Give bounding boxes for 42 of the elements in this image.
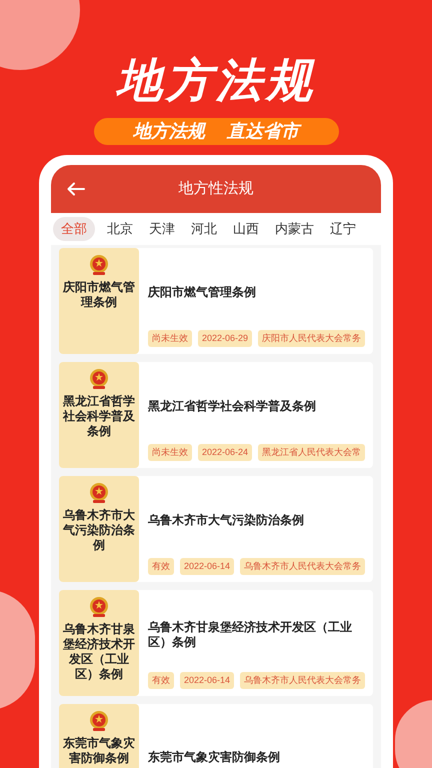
law-card[interactable]: 乌鲁木齐市大气污染防治条例 乌鲁木齐市大气污染防治条例 有效 2022-06-14 乌鲁木齐市人民代表大会常务 (59, 476, 373, 582)
law-title: 庆阳市燃气管理条例 (148, 285, 256, 300)
cover-title: 黑龙江省哲学社会科学普及条例 (63, 394, 135, 439)
law-tag: 2022-06-14 (180, 672, 234, 689)
law-tag: 有效 (148, 672, 174, 689)
cover-title: 东莞市气象灾害防御条例 (63, 736, 135, 766)
law-tag: 乌鲁木齐市人民代表大会常务 (240, 672, 366, 689)
law-tag: 2022-06-29 (198, 330, 252, 347)
region-tab[interactable]: 山西 (229, 217, 263, 241)
header-title: 地方性法规 (178, 178, 254, 199)
region-tab[interactable]: 内蒙古 (271, 217, 318, 241)
back-arrow-icon[interactable] (67, 182, 85, 196)
law-tag: 乌鲁木齐市人民代表大会常务 (240, 558, 366, 575)
cover-title: 乌鲁木齐甘泉堡经济技术开发区（工业区）条例 (63, 622, 135, 682)
law-card[interactable]: 东莞市气象灾害防御条例 东莞市气象灾害防御条例 (59, 704, 373, 768)
law-tag: 有效 (148, 558, 174, 575)
headline: 地方法规 (116, 53, 316, 108)
emblem-icon (88, 368, 110, 390)
region-tab[interactable]: 辽宁 (326, 217, 360, 241)
law-tag: 2022-06-24 (198, 444, 252, 461)
law-title: 乌鲁木齐甘泉堡经济技术开发区（工业区）条例 (148, 620, 353, 650)
region-tab[interactable]: 河北 (187, 217, 221, 241)
slogan-text: 地方法规 (133, 120, 205, 143)
cover-title: 庆阳市燃气管理条例 (63, 280, 135, 310)
region-tab[interactable]: 北京 (103, 217, 137, 241)
law-tag: 尚未生效 (148, 444, 192, 461)
emblem-icon (88, 710, 110, 732)
law-tag: 庆阳市人民代表大会常务 (258, 330, 366, 347)
law-card[interactable]: 乌鲁木齐甘泉堡经济技术开发区（工业区）条例 乌鲁木齐甘泉堡经济技术开发区（工业区）条例 有效 2022-06-14 乌鲁木齐市人民代表大会常务 (59, 590, 373, 696)
law-tag: 2022-06-14 (180, 558, 234, 575)
law-card[interactable]: 黑龙江省哲学社会科学普及条例 黑龙江省哲学社会科学普及条例 尚未生效 2022-06-24 黑龙江省人民代表大会常 (59, 362, 373, 468)
law-card[interactable]: 庆阳市燃气管理条例 庆阳市燃气管理条例 尚未生效 2022-06-29 庆阳市人民代表大会常务 (59, 248, 373, 354)
law-title: 黑龙江省哲学社会科学普及条例 (148, 399, 316, 414)
law-title: 东莞市气象灾害防御条例 (148, 750, 280, 765)
region-tab[interactable]: 天津 (145, 217, 179, 241)
law-tag: 黑龙江省人民代表大会常 (258, 444, 366, 461)
law-title: 乌鲁木齐市大气污染防治条例 (148, 513, 304, 528)
cover-title: 乌鲁木齐市大气污染防治条例 (63, 508, 135, 553)
emblem-icon (88, 596, 110, 618)
emblem-icon (88, 254, 110, 276)
law-tag: 尚未生效 (148, 330, 192, 347)
emblem-icon (88, 482, 110, 504)
